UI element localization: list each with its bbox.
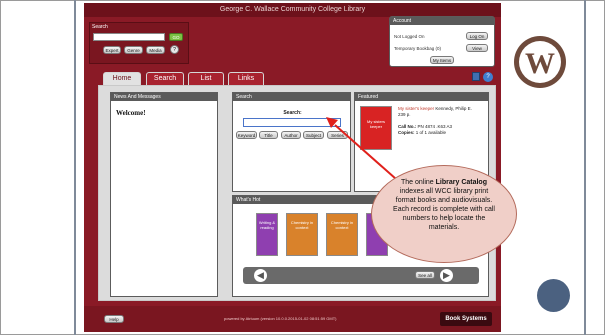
callout-text-after: indexes all WCC library print format boo… <box>393 188 495 231</box>
callout-text-before: The online <box>401 179 436 186</box>
college-logo: W <box>514 36 566 88</box>
college-logo-letter: W <box>525 47 555 80</box>
slide-nav-circle[interactable] <box>537 279 570 312</box>
callout-text-bold: Library Catalog <box>435 179 487 186</box>
callout-arrow <box>326 117 397 180</box>
college-logo-inner: W <box>519 41 561 83</box>
annotation-callout: The online Library Catalog indexes all W… <box>371 165 517 263</box>
